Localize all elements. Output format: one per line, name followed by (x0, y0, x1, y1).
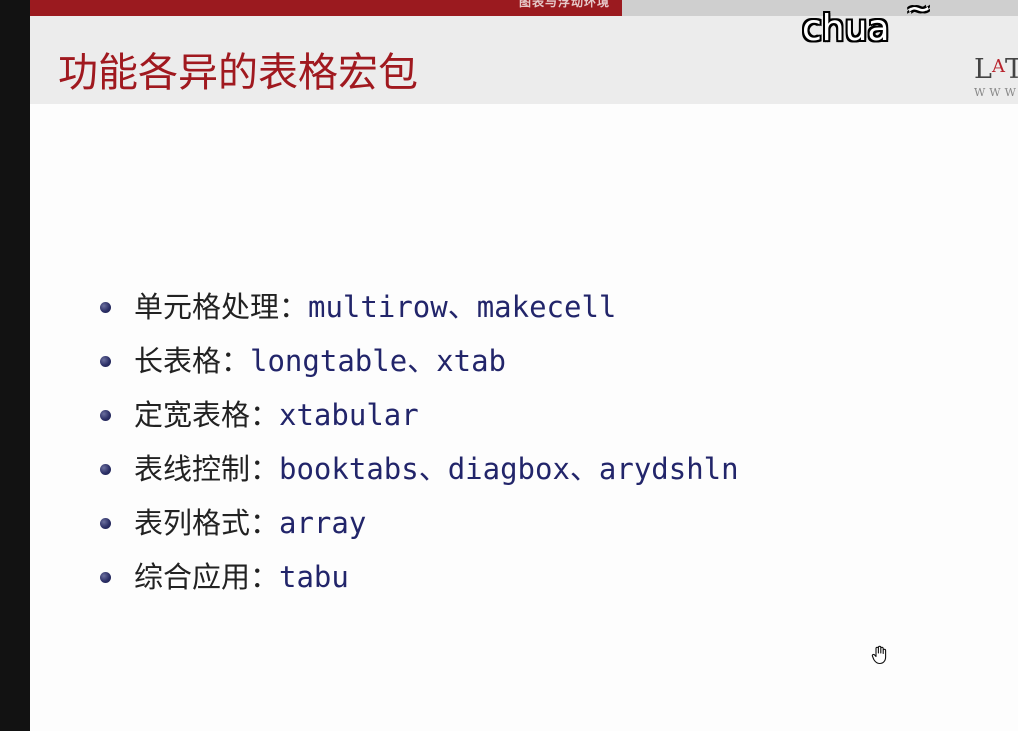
watermark-text: chua (802, 8, 890, 49)
bullet-packages: tabu (279, 560, 349, 594)
bullet-label-text: 表列格式： (134, 506, 280, 540)
bullet-dot-icon (100, 464, 111, 475)
bullet-label-text: 综合应用： (134, 560, 280, 594)
bullet-dot-icon (100, 302, 111, 313)
section-bar: 图表与浮动环境 (30, 0, 622, 16)
bullet-dot-icon (100, 356, 111, 367)
bullet-dot-icon (100, 572, 111, 583)
presentation-slide: 图表与浮动环境 功能各异的表格宏包 LAT WWW 单元格处理：multirow… (30, 0, 1018, 731)
bullet-label-text: 单元格处理： (134, 290, 309, 324)
bullet-packages: xtabular (279, 398, 419, 432)
bullet-packages: booktabs、diagbox、arydshln (279, 452, 739, 486)
logo-letter-accent: A (991, 56, 1005, 77)
logo-subtext: WWW (974, 86, 1018, 99)
slide-title: 功能各异的表格宏包 (58, 50, 418, 96)
bullet-packages: multirow、makecell (308, 290, 617, 324)
latex-logo: LAT (974, 54, 1018, 85)
bullet-label-text: 表线控制： (134, 452, 280, 486)
bullet-packages: array (279, 506, 367, 540)
bullet-label-text: 长表格： (134, 344, 251, 378)
left-black-strip (0, 0, 30, 731)
logo-letter-l: L (974, 54, 992, 85)
bullet-dot-icon (100, 410, 111, 421)
bullet-label-text: 定宽表格： (134, 398, 280, 432)
hand-cursor-icon (871, 645, 887, 665)
bullet-dot-icon (100, 518, 111, 529)
watermark-tilde: ~ (906, 0, 932, 27)
video-frame: 图表与浮动环境 功能各异的表格宏包 LAT WWW 单元格处理：multirow… (0, 0, 1018, 731)
bullet-packages: longtable、xtab (250, 344, 506, 378)
section-label: 图表与浮动环境 (518, 0, 610, 9)
logo-letter-t: T (1004, 54, 1018, 85)
